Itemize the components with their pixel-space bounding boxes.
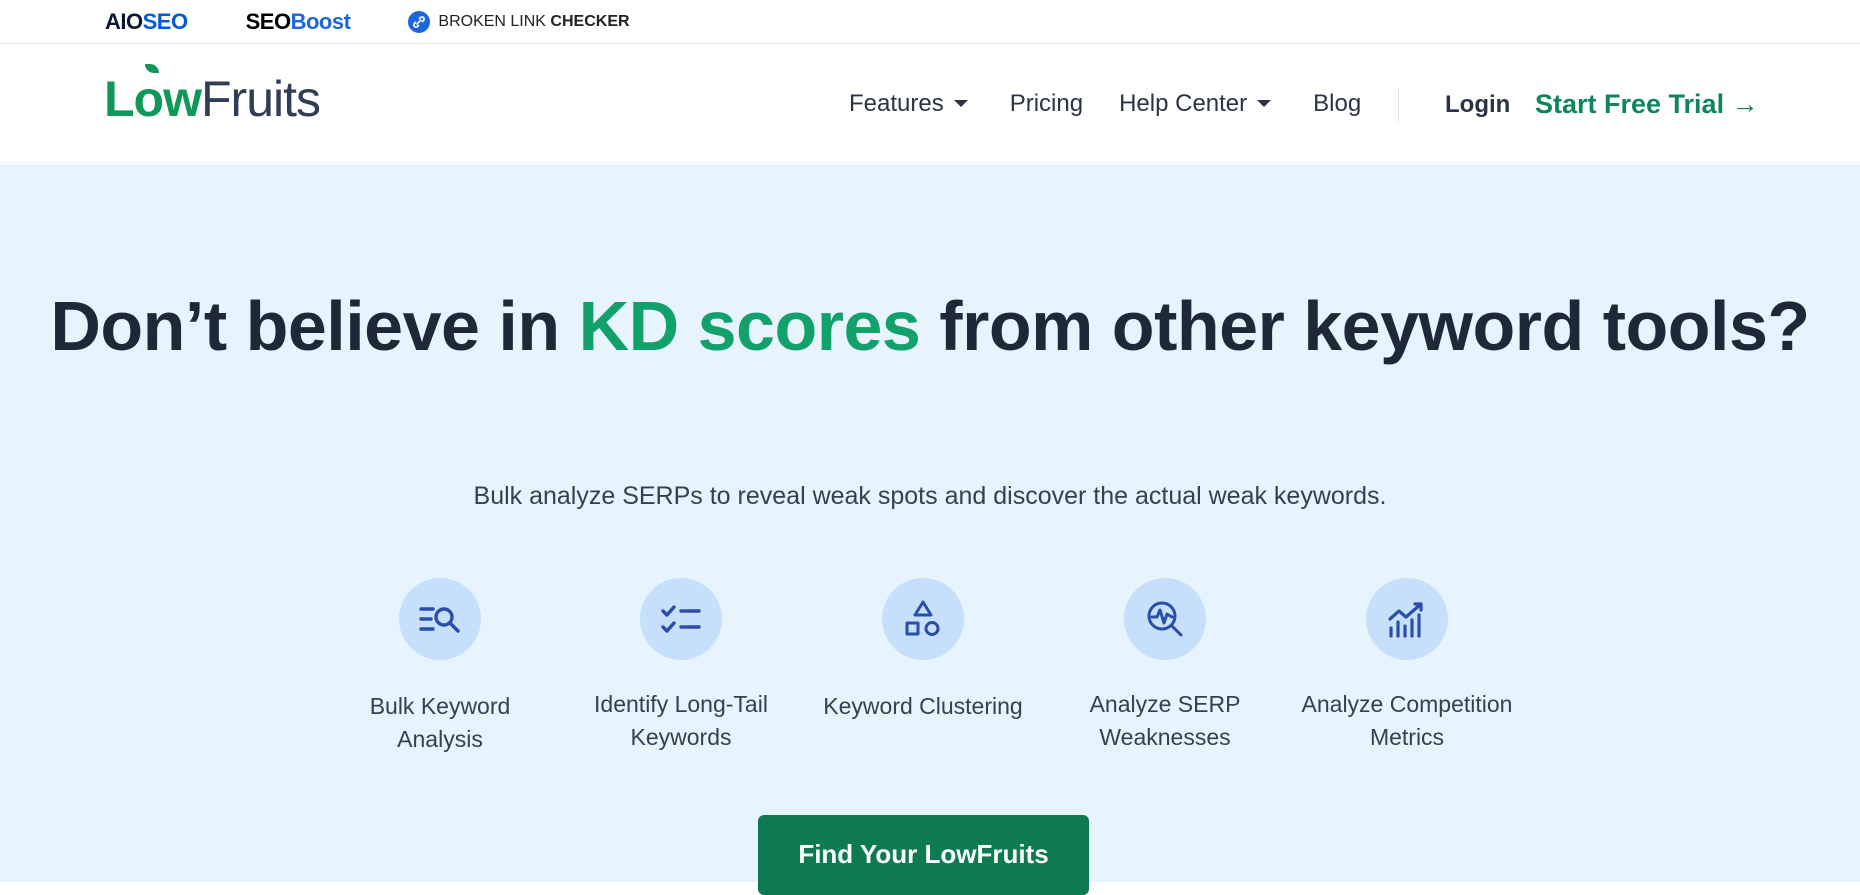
- feature-label: Keyword Clustering: [823, 693, 1023, 719]
- feature-icon-circle: [640, 578, 722, 660]
- feature-identify-long-tail: Identify Long-Tail Keywords: [561, 578, 801, 754]
- feature-label: Bulk Keyword Analysis: [369, 693, 511, 752]
- feature-label: Analyze SERP Weaknesses: [1089, 691, 1241, 750]
- hero-section: Don’t believe in KD scores from other ke…: [0, 164, 1860, 895]
- caret-down-icon: [953, 100, 968, 107]
- lowfruits-logo[interactable]: Lo wFruits: [104, 64, 321, 124]
- feature-label: Analyze Competition Metrics: [1301, 691, 1513, 750]
- nav-help-center[interactable]: Help Center: [1119, 90, 1272, 118]
- feature-icon-circle: [1366, 578, 1448, 660]
- shapes-icon: [905, 600, 940, 636]
- feature-list: Bulk Keyword Analysis Identify Long-Tail…: [0, 578, 1860, 768]
- checklist-icon: [661, 605, 701, 633]
- feature-label: Identify Long-Tail Keywords: [594, 691, 768, 750]
- pulse-search-icon: [1147, 601, 1183, 637]
- feature-keyword-clustering: Keyword Clustering: [803, 578, 1043, 723]
- nav-blog[interactable]: Blog: [1313, 90, 1361, 118]
- logo-o-glyph: o: [134, 64, 164, 124]
- broken-link-checker-logo[interactable]: BROKEN LINK CHECKER: [408, 10, 630, 33]
- nav-links: Features Pricing Help Center Blog: [849, 44, 1361, 163]
- leaf-icon: [144, 64, 159, 73]
- caret-down-icon: [1257, 100, 1272, 107]
- login-link[interactable]: Login: [1445, 88, 1510, 122]
- partner-brand-bar: AIOSEO SEOBoost BROKEN LINK CHECKER: [0, 0, 1860, 44]
- nav-divider: [1398, 88, 1399, 122]
- feature-icon-circle: [882, 578, 964, 660]
- feature-bulk-keyword-analysis: Bulk Keyword Analysis: [320, 578, 560, 756]
- hero-title: Don’t believe in KD scores from other ke…: [50, 287, 1810, 365]
- hero-title-highlight: KD scores: [578, 287, 921, 365]
- search-list-icon: [419, 607, 460, 633]
- aioseo-logo[interactable]: AIOSEO: [105, 9, 188, 35]
- feature-icon-circle: [399, 578, 481, 660]
- feature-icon-circle: [1124, 578, 1206, 660]
- hero-subtitle: Bulk analyze SERPs to reveal weak spots …: [473, 482, 1387, 510]
- nav-pricing[interactable]: Pricing: [1010, 90, 1083, 118]
- find-your-lowfruits-button[interactable]: Find Your LowFruits: [758, 815, 1089, 895]
- start-free-trial-link[interactable]: Start Free Trial →: [1535, 86, 1759, 122]
- bar-chart-icon: [1388, 602, 1423, 638]
- link-icon: [408, 10, 431, 33]
- seoboost-logo[interactable]: SEOBoost: [246, 9, 351, 35]
- feature-analyze-serp-weaknesses: Analyze SERP Weaknesses: [1045, 578, 1285, 754]
- feature-analyze-competition-metrics: Analyze Competition Metrics: [1287, 578, 1527, 754]
- nav-features[interactable]: Features: [849, 90, 968, 118]
